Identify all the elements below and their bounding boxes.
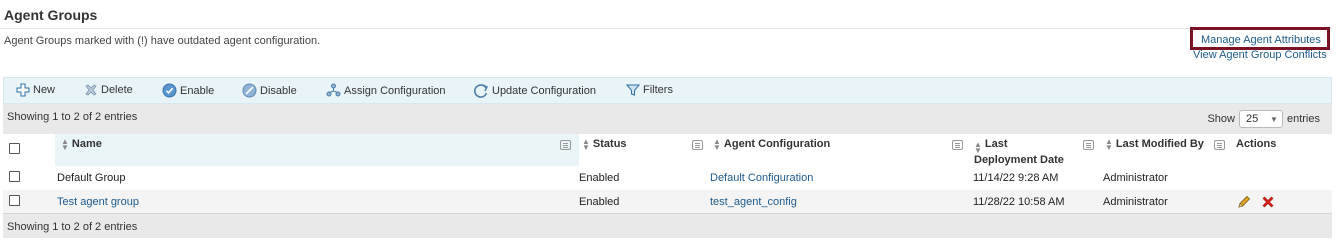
- edit-pencil-icon[interactable]: [1236, 194, 1252, 210]
- column-header-name[interactable]: ▲ ▼ Name: [61, 137, 102, 152]
- column-menu-icon[interactable]: [692, 140, 703, 150]
- column-header-name-label: Name: [71, 138, 102, 150]
- column-menu-icon[interactable]: [560, 140, 571, 150]
- table-row[interactable]: Test agent group Enabled test_agent_conf…: [3, 190, 1332, 214]
- delete-label: Delete: [101, 84, 133, 96]
- manage-agent-attributes-link[interactable]: Manage Agent Attributes: [1201, 34, 1321, 46]
- table-info-bar-top: Showing 1 to 2 of 2 entries Show 25 ▼ en…: [3, 104, 1332, 134]
- assign-configuration-button[interactable]: Assign Configuration: [326, 83, 446, 98]
- page-size-control: Show 25 ▼ entries: [1207, 110, 1320, 128]
- enable-button[interactable]: Enable: [162, 83, 214, 98]
- toolbar: New Delete Enable Disable Assign Configu…: [3, 77, 1332, 104]
- sort-icon: ▲ ▼: [713, 137, 721, 152]
- manage-agent-attributes-link-box[interactable]: Manage Agent Attributes: [1190, 27, 1330, 50]
- update-configuration-label: Update Configuration: [492, 85, 596, 97]
- assign-configuration-label: Assign Configuration: [344, 84, 446, 97]
- group-name: Default Group: [57, 172, 126, 184]
- chevron-down-icon: ▼: [1270, 114, 1278, 124]
- entries-label: entries: [1286, 113, 1320, 125]
- last-deployment-date: 11/14/22 9:28 AM: [973, 172, 1059, 184]
- page-title: Agent Groups: [4, 7, 98, 23]
- table-header: ▲ ▼ Name ▲ ▼ Status ▲ ▼ Agent Configuration…: [3, 134, 1332, 166]
- new-icon: [16, 83, 30, 97]
- column-header-last-deployment-label-2: Deployment Date: [974, 154, 1064, 166]
- row-checkbox[interactable]: [9, 195, 20, 206]
- agent-configuration-link[interactable]: test_agent_config: [710, 196, 797, 208]
- column-header-status[interactable]: ▲ ▼ Status: [582, 137, 627, 152]
- agent-configuration-link[interactable]: Default Configuration: [710, 172, 813, 184]
- title-divider: [0, 28, 1332, 29]
- disable-icon: [242, 83, 257, 98]
- column-header-actions: Actions: [1236, 138, 1276, 150]
- group-name-link[interactable]: Test agent group: [57, 196, 139, 208]
- update-configuration-button[interactable]: Update Configuration: [473, 83, 596, 99]
- column-menu-icon[interactable]: [952, 140, 963, 150]
- sort-icon: ▲ ▼: [1105, 137, 1113, 152]
- entries-info-bottom: Showing 1 to 2 of 2 entries: [7, 221, 138, 233]
- name-column-header-bg: [55, 134, 579, 166]
- column-header-last-deployment-date[interactable]: ▲ ▼Last Deployment Date: [974, 138, 1064, 166]
- filters-label: Filters: [643, 84, 673, 96]
- view-agent-group-conflicts-link[interactable]: View Agent Group Conflicts: [1193, 49, 1327, 61]
- table-info-bar-bottom: Showing 1 to 2 of 2 entries: [3, 214, 1332, 238]
- delete-red-x-icon[interactable]: [1260, 194, 1276, 210]
- column-header-agent-configuration-label: Agent Configuration: [723, 138, 831, 150]
- new-button[interactable]: New: [16, 83, 55, 97]
- new-label: New: [33, 84, 56, 96]
- column-header-status-label: Status: [592, 138, 627, 150]
- last-deployment-date: 11/28/22 10:58 AM: [973, 196, 1065, 208]
- sort-icon: ▲ ▼: [974, 140, 982, 155]
- page-size-select[interactable]: 25 ▼: [1238, 110, 1283, 128]
- delete-x-icon: [85, 84, 97, 96]
- column-menu-icon[interactable]: [1214, 140, 1225, 150]
- entries-info-top: Showing 1 to 2 of 2 entries: [7, 111, 138, 123]
- disable-label: Disable: [260, 84, 297, 97]
- table-row[interactable]: Default Group Enabled Default Configurat…: [3, 166, 1332, 190]
- row-checkbox[interactable]: [9, 171, 20, 182]
- column-header-last-modified-by-label: Last Modified By: [1115, 138, 1204, 150]
- select-all-checkbox[interactable]: [9, 143, 20, 154]
- show-label: Show: [1207, 113, 1235, 125]
- last-modified-by: Administrator: [1103, 172, 1168, 184]
- sort-icon: ▲ ▼: [582, 137, 590, 152]
- update-configuration-icon: [474, 84, 488, 98]
- enable-check-icon: [162, 83, 177, 98]
- column-header-last-modified-by[interactable]: ▲ ▼ Last Modified By: [1105, 137, 1204, 152]
- enable-label: Enable: [180, 84, 215, 97]
- last-modified-by: Administrator: [1103, 196, 1168, 208]
- filter-funnel-icon: [626, 84, 640, 96]
- column-menu-icon[interactable]: [1083, 140, 1094, 150]
- status-value: Enabled: [579, 196, 620, 208]
- disable-button[interactable]: Disable: [242, 83, 297, 98]
- page-subtitle: Agent Groups marked with (!) have outdat…: [4, 35, 321, 47]
- sort-icon: ▲ ▼: [61, 137, 69, 152]
- status-value: Enabled: [579, 172, 620, 184]
- column-header-agent-configuration[interactable]: ▲ ▼ Agent Configuration: [713, 137, 831, 152]
- column-header-last-deployment-label-1: Last: [984, 138, 1008, 150]
- filters-button[interactable]: Filters: [626, 83, 673, 97]
- delete-button[interactable]: Delete: [84, 83, 133, 97]
- page-size-value: 25: [1245, 113, 1259, 125]
- assign-configuration-icon: [326, 83, 341, 97]
- column-header-actions-label: Actions: [1236, 138, 1277, 150]
